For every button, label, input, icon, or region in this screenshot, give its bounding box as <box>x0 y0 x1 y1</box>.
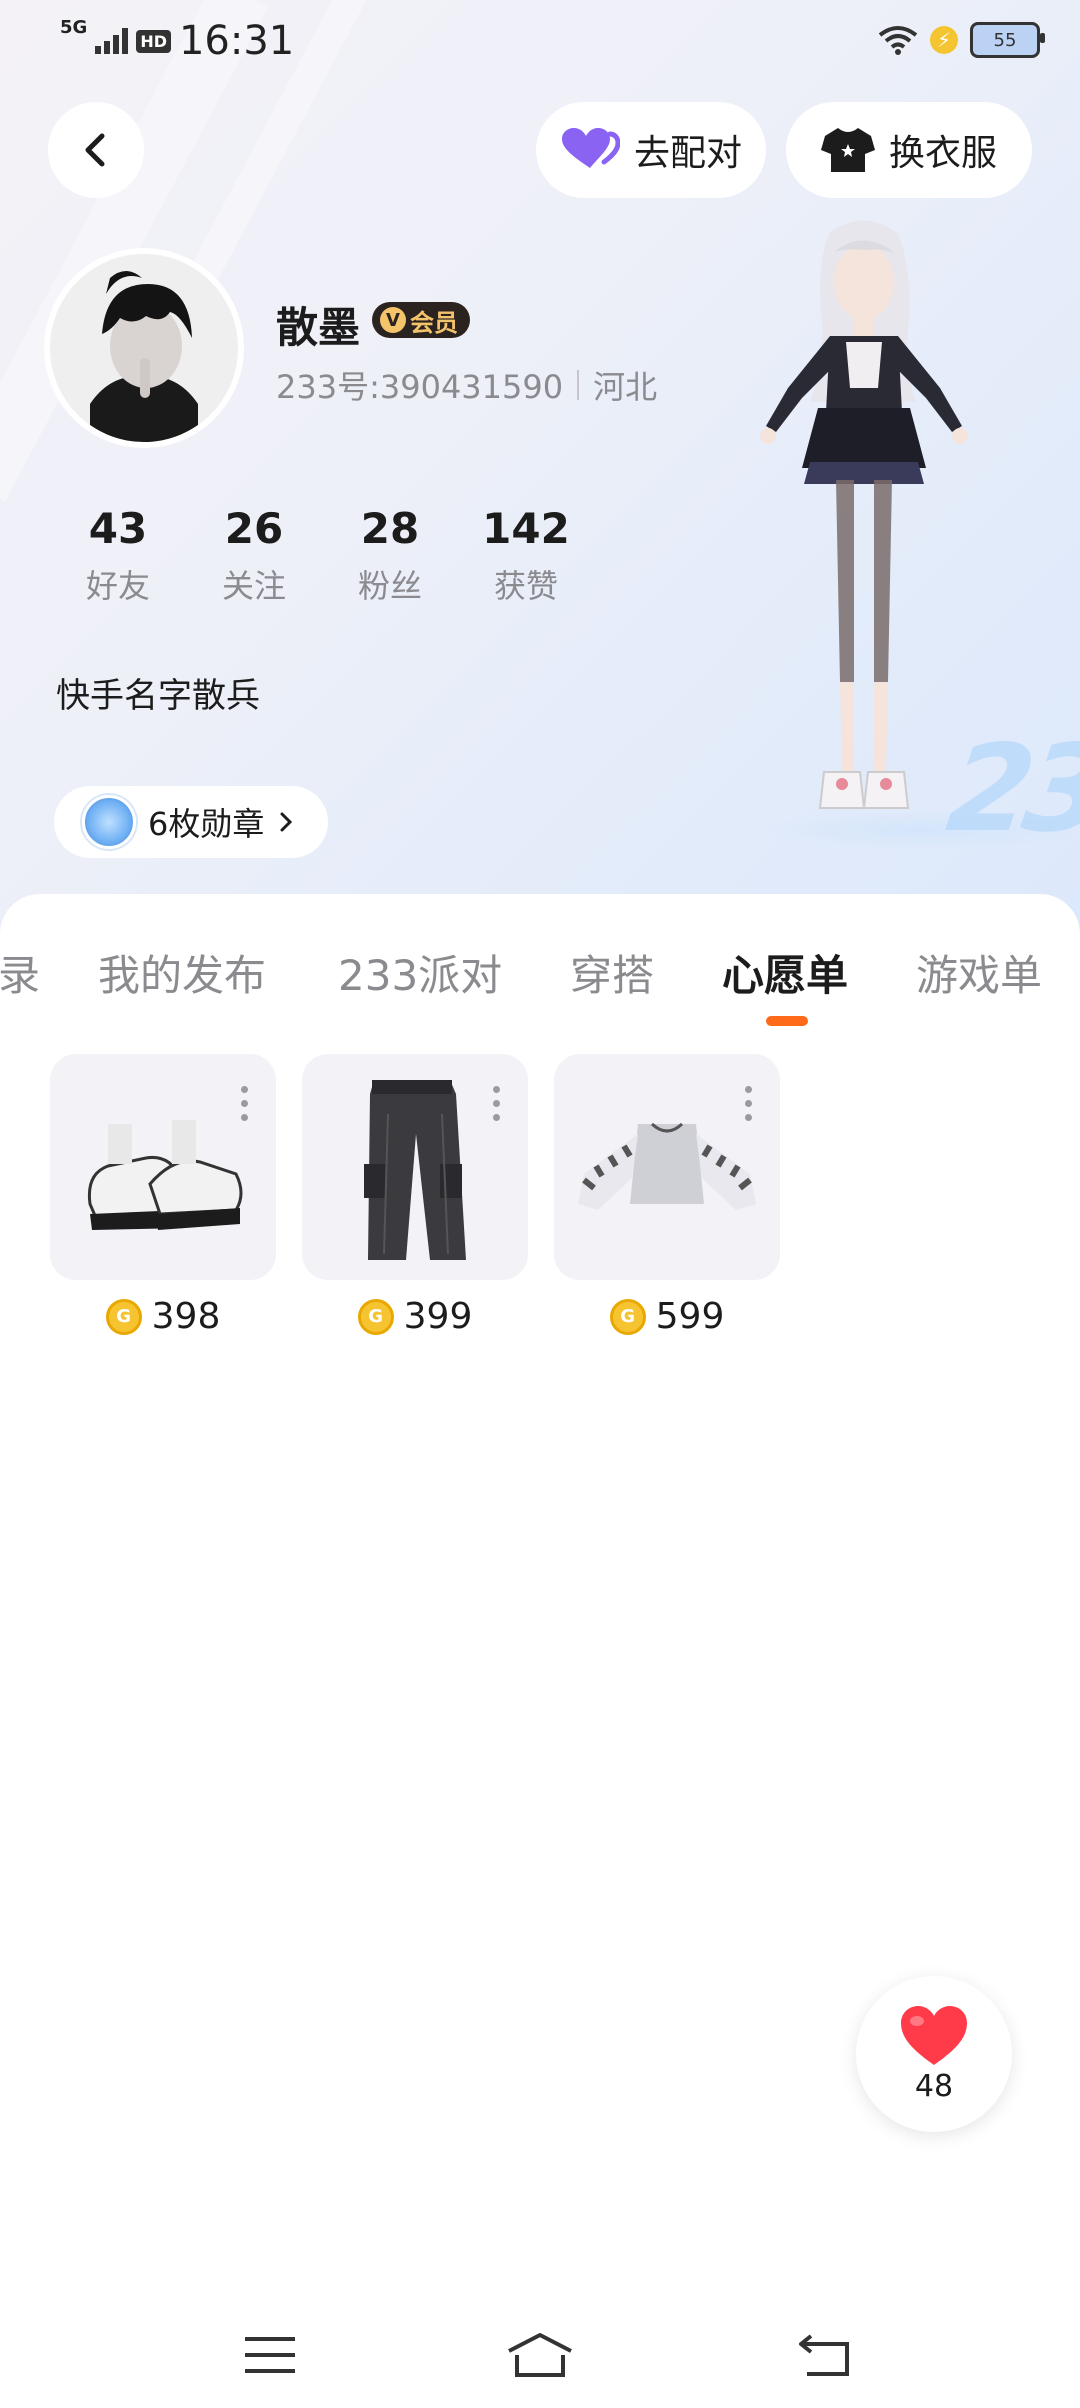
item-price: G 398 <box>50 1296 276 1337</box>
item-price: G 599 <box>554 1296 780 1337</box>
active-tab-indicator <box>766 1016 808 1026</box>
chevron-right-icon <box>280 812 293 832</box>
vip-badge[interactable]: V 会员 <box>372 302 470 338</box>
home-icon <box>508 2333 572 2377</box>
stats-row: 43 好友 26 关注 28 粉丝 142 获赞 <box>50 504 594 607</box>
chevron-left-icon <box>85 133 105 167</box>
match-label: 去配对 <box>633 133 742 174</box>
item-card[interactable] <box>554 1054 780 1280</box>
like-count: 48 <box>914 2068 954 2104</box>
vip-icon: V <box>380 307 406 333</box>
stat-label: 好友 <box>85 567 150 605</box>
battery-level: 55 <box>993 29 1017 51</box>
avatar-character[interactable] <box>730 212 1000 852</box>
user-id-row: 233号:390431590 河北 <box>276 362 657 408</box>
stat-fans[interactable]: 28 粉丝 <box>322 504 458 607</box>
content-panel: 录 我的发布 233派对 穿搭 心愿单 游戏单 G 398 G 399 G 59… <box>0 894 1080 2408</box>
double-heart-icon <box>561 128 620 168</box>
tab-records[interactable]: 录 <box>0 942 40 1003</box>
avatar[interactable] <box>44 248 244 448</box>
change-outfit-button[interactable]: 换衣服 <box>786 102 1032 198</box>
medal-icon <box>82 795 136 849</box>
item-card[interactable] <box>302 1054 528 1280</box>
tab-my-posts[interactable]: 我的发布 <box>98 942 266 1003</box>
menu-button[interactable] <box>230 2320 310 2390</box>
back-button[interactable] <box>48 102 144 198</box>
wishlist-item[interactable]: G 398 <box>50 1054 276 1337</box>
stat-value: 142 <box>482 504 570 553</box>
coin-icon: G <box>357 1298 394 1335</box>
stat-likes[interactable]: 142 获赞 <box>458 504 594 607</box>
price-value: 399 <box>403 1296 473 1337</box>
tshirt-icon <box>820 128 875 172</box>
tab-wishlist[interactable]: 心愿单 <box>722 942 848 1003</box>
hd-icon: HD <box>136 29 171 53</box>
change-outfit-label: 换衣服 <box>888 133 997 174</box>
wishlist-item[interactable]: G 399 <box>302 1054 528 1337</box>
tab-233-party[interactable]: 233派对 <box>338 942 502 1003</box>
battery-icon: 55 <box>970 22 1045 58</box>
wifi-icon <box>878 26 918 55</box>
return-icon <box>799 2334 849 2376</box>
price-value: 599 <box>655 1296 725 1337</box>
tab-outfits[interactable]: 穿搭 <box>570 942 654 1003</box>
item-price: G 399 <box>302 1296 528 1337</box>
user-bio: 快手名字散兵 <box>56 676 260 716</box>
item-card[interactable] <box>50 1054 276 1280</box>
match-button[interactable]: 去配对 <box>536 102 766 198</box>
more-options-icon[interactable] <box>745 1086 752 1121</box>
stat-friends[interactable]: 43 好友 <box>50 504 186 607</box>
back-nav-button[interactable] <box>784 2320 864 2390</box>
user-location: 河北 <box>593 368 658 406</box>
wishlist-item[interactable]: G 599 <box>554 1054 780 1337</box>
stat-label: 获赞 <box>493 567 558 605</box>
price-value: 398 <box>151 1296 221 1337</box>
username: 散墨 <box>276 303 361 352</box>
divider <box>577 370 580 400</box>
heart-icon <box>901 2005 967 2065</box>
wishlist-grid: G 398 G 399 G 599 <box>50 1054 780 1337</box>
more-options-icon[interactable] <box>493 1086 500 1121</box>
user-id: 233号:390431590 <box>276 368 564 406</box>
vip-label: 会员 <box>410 308 458 337</box>
profile-tabs: 录 我的发布 233派对 穿搭 心愿单 游戏单 <box>0 932 1080 1012</box>
coin-icon: G <box>105 1298 142 1335</box>
tab-game-list[interactable]: 游戏单 <box>916 942 1042 1003</box>
home-button[interactable] <box>500 2320 580 2390</box>
network-type: 5G <box>60 16 88 38</box>
avatar-image <box>50 254 238 442</box>
more-options-icon[interactable] <box>241 1086 248 1121</box>
status-time: 16:31 <box>178 18 295 64</box>
stat-label: 关注 <box>221 567 286 605</box>
menu-icon <box>245 2337 295 2373</box>
medals-button[interactable]: 6枚勋章 <box>54 786 328 858</box>
stat-value: 28 <box>360 504 420 553</box>
medals-label: 6枚勋章 <box>148 805 265 843</box>
coin-icon: G <box>609 1298 646 1335</box>
system-navigation-bar <box>0 2300 1080 2408</box>
charging-icon: ⚡ <box>930 26 958 54</box>
stat-value: 26 <box>224 504 284 553</box>
stat-following[interactable]: 26 关注 <box>186 504 322 607</box>
signal-icon <box>95 28 129 54</box>
stat-label: 粉丝 <box>357 567 422 605</box>
stat-value: 43 <box>88 504 148 553</box>
like-button[interactable]: 48 <box>856 1976 1012 2132</box>
status-bar: 5G HD 16:31 ⚡ 55 <box>0 0 1080 80</box>
